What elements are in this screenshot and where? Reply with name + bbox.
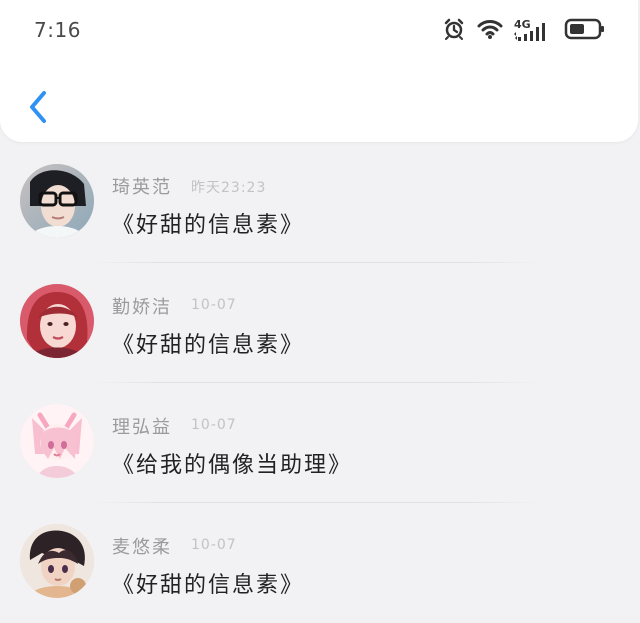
avatar-image <box>20 284 94 358</box>
message-list: 琦英范 昨天23:23 《好甜的信息素》 勤娇洁 10-07 《好甜的信息素》 <box>0 143 640 610</box>
sender-name: 理弘益 <box>112 417 172 438</box>
status-icons: 4G <box>442 16 606 46</box>
message-text: 《好甜的信息素》 <box>112 333 305 358</box>
sender-name: 麦悠柔 <box>112 537 172 558</box>
avatar[interactable] <box>20 284 94 358</box>
chevron-left-icon <box>30 91 46 123</box>
message-text: 《好甜的信息素》 <box>112 213 305 238</box>
message-text: 《给我的偶像当助理》 <box>112 453 353 478</box>
alarm-icon <box>442 17 466 45</box>
message-item[interactable]: 勤娇洁 10-07 《好甜的信息素》 <box>0 263 640 383</box>
message-item[interactable]: 琦英范 昨天23:23 《好甜的信息素》 <box>0 143 640 263</box>
top-header: 7:16 4G <box>0 0 638 142</box>
avatar[interactable] <box>20 164 94 238</box>
status-time: 7:16 <box>34 18 81 42</box>
message-date: 10-07 <box>191 417 237 433</box>
network-type-icon: 4G <box>514 18 554 43</box>
message-item[interactable]: 理弘益 10-07 《给我的偶像当助理》 <box>0 383 640 503</box>
sender-name: 勤娇洁 <box>112 297 172 318</box>
sender-name: 琦英范 <box>112 177 172 198</box>
avatar-image <box>20 404 94 478</box>
back-button[interactable] <box>20 86 56 128</box>
avatar[interactable] <box>20 404 94 478</box>
battery-icon <box>564 17 606 45</box>
message-date: 昨天23:23 <box>191 180 267 196</box>
wifi-icon <box>476 17 504 45</box>
message-date: 10-07 <box>191 537 237 553</box>
avatar-image <box>20 524 94 598</box>
status-bar: 7:16 4G <box>0 0 640 64</box>
avatar[interactable] <box>20 524 94 598</box>
message-text: 《好甜的信息素》 <box>112 573 305 598</box>
avatar-image <box>20 164 94 238</box>
message-item[interactable]: 麦悠柔 10-07 《好甜的信息素》 <box>0 503 640 623</box>
message-date: 10-07 <box>191 297 237 313</box>
